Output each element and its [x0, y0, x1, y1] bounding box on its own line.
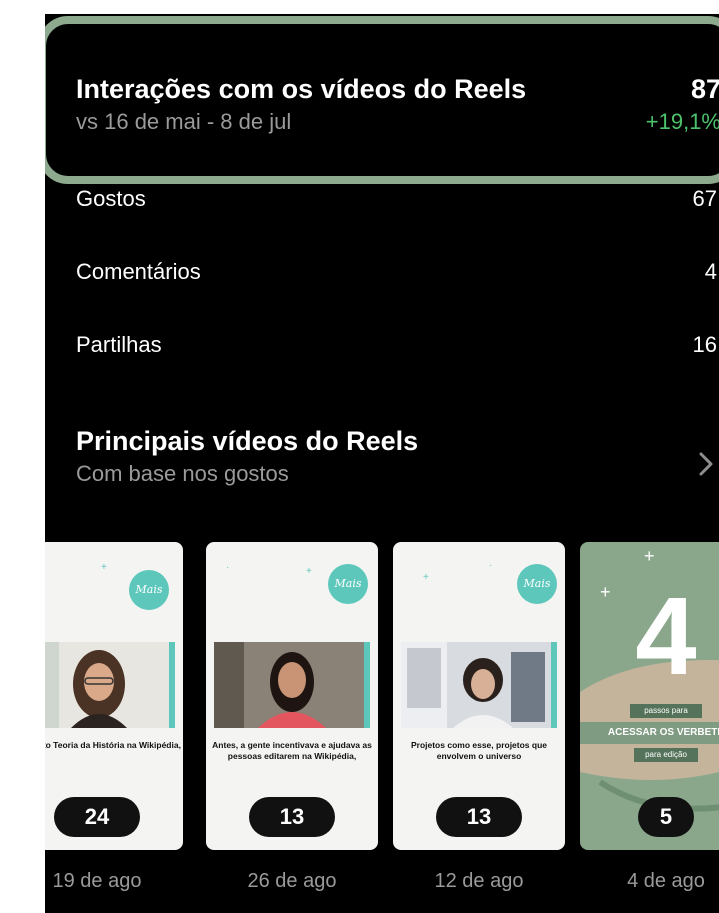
chevron-right-icon[interactable] [689, 444, 719, 484]
reel-video-frame [401, 642, 557, 728]
reel-video-frame [214, 642, 370, 728]
sparkle-icon: + [644, 546, 655, 566]
mais-logo-icon: Mais [517, 564, 557, 604]
reels-interactions-total: 87 [690, 74, 719, 104]
top-reels-subtitle: Com base nos gostos [76, 461, 289, 486]
reel-banner-text: ACESSAR OS VERBETE [580, 722, 719, 744]
reel-thumbnail[interactable]: + + + 4 passos para ACESSAR OS VERBETE p… [580, 542, 719, 850]
reel-likes-count: 5 [638, 797, 694, 837]
reel-caption: Antes, a gente incentivava e ajudava as … [212, 740, 372, 761]
reels-interactions-title: Interações com os vídeos do Reels [76, 74, 527, 104]
top-reels-title[interactable]: Principais vídeos do Reels [76, 426, 418, 457]
reel-thumbnail[interactable]: + · Mais Projetos como esse, projetos qu… [393, 542, 565, 850]
metric-row-shares: Partilhas 16 [45, 332, 719, 372]
metric-label: Partilhas [76, 332, 162, 357]
mais-logo-icon: Mais [129, 570, 169, 610]
sparkle-icon: · [226, 562, 230, 573]
sparkle-icon: · [489, 560, 493, 571]
metric-value: 16 [692, 332, 717, 357]
comparison-period: vs 16 de mai - 8 de jul [76, 109, 292, 134]
reel-bottom-text: para edição [634, 748, 698, 762]
reel-likes-count: 13 [436, 797, 522, 837]
reel-date: 26 de ago [247, 870, 337, 892]
sparkle-icon: + [423, 572, 429, 583]
sparkle-icon: + [306, 566, 312, 577]
reel-date: 19 de ago [52, 870, 142, 892]
reel-likes-count: 13 [249, 797, 335, 837]
metric-row-comments: Comentários 4 [45, 259, 719, 299]
metric-label: Gostos [76, 186, 146, 211]
metric-value: 4 [704, 259, 717, 284]
sparkle-icon: + [101, 562, 107, 573]
reel-thumbnail[interactable]: + · Mais O projeto Teoria da História na… [45, 542, 183, 850]
metric-value: 67 [692, 186, 717, 211]
reel-date: 4 de ago [627, 870, 705, 892]
reel-caption: O projeto Teoria da História na Wikipédi… [45, 740, 181, 750]
reel-caption: Projetos como esse, projetos que envolve… [410, 740, 548, 761]
metric-row-likes: Gostos 67 [45, 186, 719, 226]
reel-big-number: 4 [635, 575, 697, 698]
reel-likes-count: 24 [54, 797, 140, 837]
mais-logo-icon: Mais [328, 564, 368, 604]
reel-top-text: passos para [630, 704, 702, 718]
metric-label: Comentários [76, 259, 201, 284]
reel-thumbnail[interactable]: · + Mais Antes, a gente incentivava e aj… [206, 542, 378, 850]
reel-video-frame [45, 642, 175, 728]
reels-insights-screen: Interações com os vídeos do Reels vs 16 … [45, 14, 719, 913]
reel-date: 12 de ago [434, 870, 524, 892]
reels-interactions-change: +19,1% [645, 109, 719, 134]
